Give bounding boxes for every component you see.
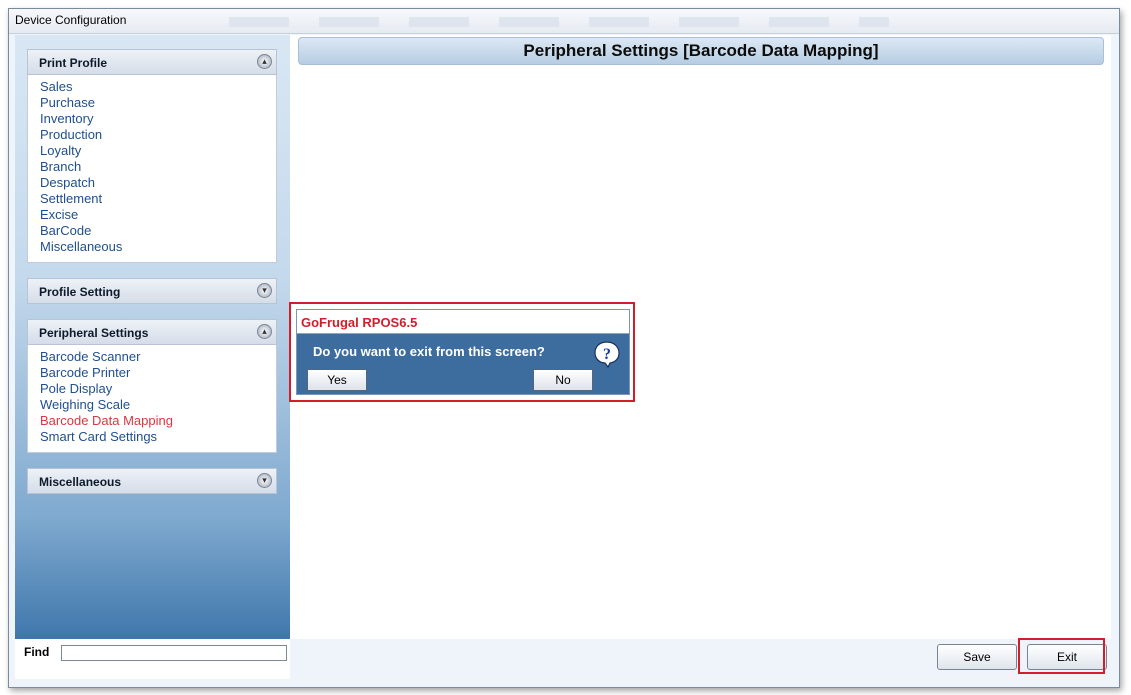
- section-header-profile-setting[interactable]: Profile Setting ▾: [27, 278, 277, 304]
- dialog-title: GoFrugal RPOS6.5: [301, 315, 418, 330]
- page-title: Peripheral Settings [Barcode Data Mappin…: [523, 41, 879, 60]
- window-title: Device Configuration: [15, 13, 127, 27]
- sidebar-item-barcode[interactable]: BarCode: [40, 223, 276, 239]
- background-toolbar-ghost: [229, 17, 889, 27]
- section-body-peripheral-settings: Barcode Scanner Barcode Printer Pole Dis…: [27, 345, 277, 453]
- section-title: Print Profile: [39, 56, 108, 70]
- sidebar-item-purchase[interactable]: Purchase: [40, 95, 276, 111]
- sidebar-item-barcode-data-mapping[interactable]: Barcode Data Mapping: [40, 413, 276, 429]
- sidebar-item-despatch[interactable]: Despatch: [40, 175, 276, 191]
- section-header-print-profile[interactable]: Print Profile ▴: [27, 49, 277, 75]
- dialog-message: Do you want to exit from this screen?: [313, 344, 545, 359]
- sidebar-item-loyalty[interactable]: Loyalty: [40, 143, 276, 159]
- expand-icon[interactable]: ▾: [257, 473, 272, 488]
- title-bar: Device Configuration: [9, 9, 1119, 34]
- section-title: Miscellaneous: [39, 475, 122, 489]
- page-title-bar: Peripheral Settings [Barcode Data Mappin…: [298, 37, 1104, 65]
- exit-button[interactable]: Exit: [1027, 644, 1107, 670]
- find-bar: Find: [15, 639, 290, 679]
- sidebar-item-barcode-scanner[interactable]: Barcode Scanner: [40, 349, 276, 365]
- sidebar-item-excise[interactable]: Excise: [40, 207, 276, 223]
- sidebar: Print Profile ▴ Sales Purchase Inventory…: [15, 35, 290, 639]
- sidebar-item-barcode-printer[interactable]: Barcode Printer: [40, 365, 276, 381]
- section-header-miscellaneous[interactable]: Miscellaneous ▾: [27, 468, 277, 494]
- svg-text:?: ?: [603, 346, 611, 363]
- section-title: Peripheral Settings: [39, 326, 149, 340]
- dialog-highlight: GoFrugal RPOS6.5 Do you want to exit fro…: [289, 302, 635, 402]
- sidebar-item-pole-display[interactable]: Pole Display: [40, 381, 276, 397]
- section-body-print-profile: Sales Purchase Inventory Production Loya…: [27, 75, 277, 263]
- section-title: Profile Setting: [39, 285, 121, 299]
- save-button[interactable]: Save: [937, 644, 1017, 670]
- sidebar-item-smart-card-settings[interactable]: Smart Card Settings: [40, 429, 276, 445]
- sidebar-item-production[interactable]: Production: [40, 127, 276, 143]
- footer-bar: Save Exit: [290, 638, 1119, 687]
- confirm-exit-dialog: GoFrugal RPOS6.5 Do you want to exit fro…: [296, 309, 630, 395]
- no-button[interactable]: No: [533, 369, 593, 391]
- expand-icon[interactable]: ▾: [257, 283, 272, 298]
- collapse-icon[interactable]: ▴: [257, 324, 272, 339]
- sidebar-item-miscellaneous[interactable]: Miscellaneous: [40, 239, 276, 255]
- sidebar-item-settlement[interactable]: Settlement: [40, 191, 276, 207]
- dialog-title-bar: GoFrugal RPOS6.5: [297, 310, 629, 334]
- yes-button[interactable]: Yes: [307, 369, 367, 391]
- collapse-icon[interactable]: ▴: [257, 54, 272, 69]
- sidebar-item-weighing-scale[interactable]: Weighing Scale: [40, 397, 276, 413]
- sidebar-item-sales[interactable]: Sales: [40, 79, 276, 95]
- sidebar-item-inventory[interactable]: Inventory: [40, 111, 276, 127]
- find-label: Find: [24, 645, 50, 659]
- find-input[interactable]: [61, 645, 287, 661]
- sidebar-item-branch[interactable]: Branch: [40, 159, 276, 175]
- section-header-peripheral-settings[interactable]: Peripheral Settings ▴: [27, 319, 277, 345]
- question-icon: ?: [594, 341, 620, 368]
